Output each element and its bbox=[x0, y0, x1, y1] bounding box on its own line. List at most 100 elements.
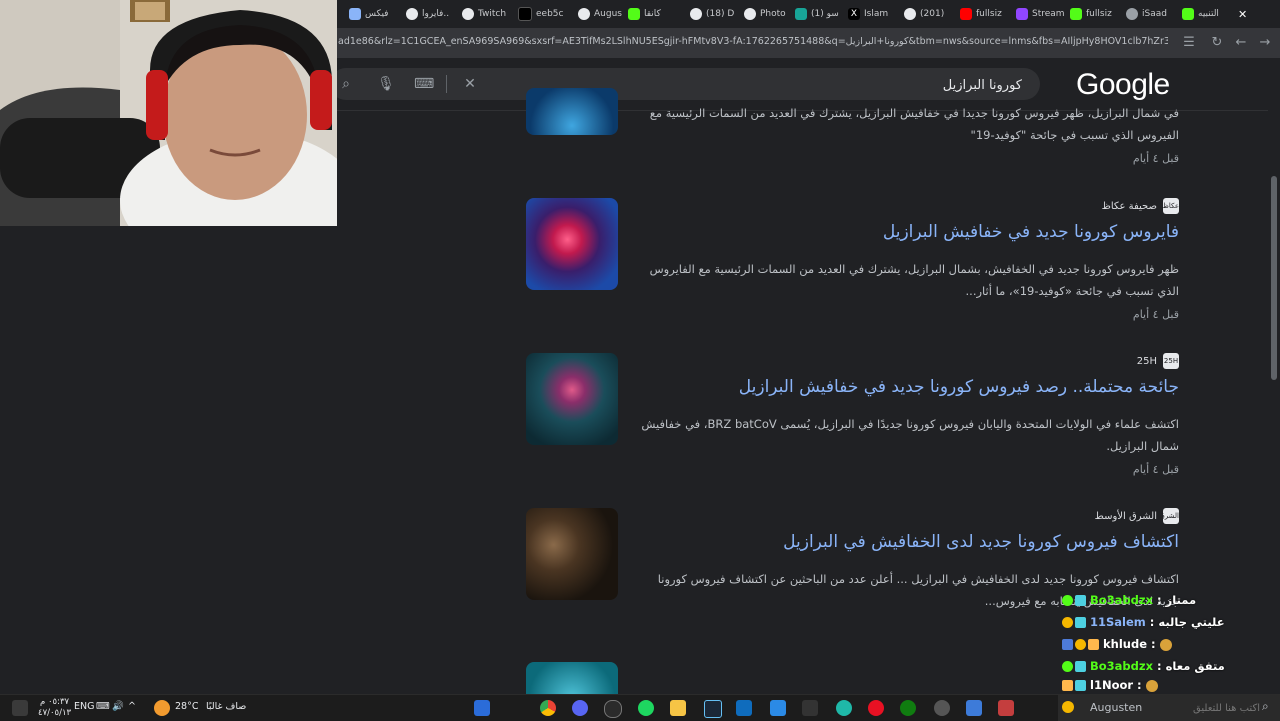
steam-icon[interactable] bbox=[704, 700, 722, 718]
chat-username[interactable]: Bo3abdzx bbox=[1090, 659, 1153, 673]
chat-input[interactable] bbox=[1148, 699, 1262, 717]
verified-badge-icon bbox=[1062, 660, 1073, 672]
result-thumbnail[interactable] bbox=[526, 88, 618, 135]
browser-tab[interactable]: iSaad bbox=[1126, 5, 1174, 23]
discord-icon[interactable] bbox=[572, 700, 588, 716]
search-icon[interactable]: ⌕ bbox=[336, 74, 356, 94]
edge-icon[interactable] bbox=[836, 700, 852, 716]
browser-tab[interactable]: Augus bbox=[578, 5, 626, 23]
taskbar-app-icon[interactable] bbox=[868, 700, 884, 716]
clock-date[interactable]: ٤٧/٠٥/١٣ bbox=[38, 708, 71, 718]
spotify-icon[interactable] bbox=[638, 700, 654, 716]
browser-tab[interactable]: (18) D bbox=[690, 5, 736, 23]
sub-badge-icon bbox=[1075, 679, 1086, 691]
result-source[interactable]: 25H 25H bbox=[1137, 353, 1179, 369]
fix-icon bbox=[349, 8, 361, 20]
google-logo[interactable]: Google bbox=[1076, 68, 1170, 102]
forward-icon[interactable]: → bbox=[1256, 34, 1274, 52]
result-age: قبل ٤ أيام bbox=[1132, 152, 1179, 165]
weather-desc[interactable]: صاف غالبًا bbox=[206, 701, 246, 712]
chrome-icon bbox=[406, 8, 418, 20]
close-tab-icon[interactable]: ✕ bbox=[1238, 5, 1252, 23]
search-box: ✕ ⌨ 🎙 ⌕ bbox=[330, 68, 1040, 100]
crown-badge-icon bbox=[1062, 679, 1073, 691]
result-source[interactable]: الشرق الشرق الأوسط bbox=[1095, 508, 1179, 524]
search-icon[interactable]: ⌕ bbox=[1262, 699, 1269, 714]
result-thumbnail[interactable] bbox=[526, 662, 618, 694]
browser-tab[interactable]: (1) سو bbox=[795, 5, 847, 23]
url-text[interactable]: ad1e86&rlz=1C1GCEA_enSA969SA969&sxsrf=AE… bbox=[338, 36, 1168, 47]
browser-tab[interactable]: فايروا.. bbox=[406, 5, 462, 23]
result-source[interactable]: عكاظ صحيفة عكاظ bbox=[1102, 198, 1179, 214]
result-title[interactable]: اكتشاف فيروس كورونا جديد لدى الخفافيش في… bbox=[783, 532, 1179, 552]
stream-chat-overlay: Bo3abdzx : ممتاز 11Salem : عليتي جالبه k… bbox=[1058, 590, 1280, 694]
moderator-badge-icon bbox=[1075, 638, 1086, 650]
taskbar-app-icon[interactable] bbox=[474, 700, 490, 716]
browser-tab[interactable]: كانقا bbox=[628, 5, 680, 23]
taskbar-app-icon[interactable] bbox=[802, 700, 818, 716]
chat-text: : عليتي جالبه bbox=[1149, 615, 1225, 629]
result-title[interactable]: فايروس كورونا جديد في خفافيش البرازيل bbox=[883, 222, 1179, 242]
weather-temp[interactable]: 28°C bbox=[175, 701, 198, 712]
browser-tab[interactable]: fullsiz bbox=[960, 5, 1012, 23]
search-input[interactable] bbox=[850, 73, 1024, 97]
browser-tab[interactable]: Twitch bbox=[462, 5, 518, 23]
wifi-icon[interactable]: ⌨ bbox=[96, 701, 110, 712]
taskbar-app-icon[interactable] bbox=[998, 700, 1014, 716]
store-icon[interactable] bbox=[770, 700, 786, 716]
language-indicator[interactable]: ENG bbox=[74, 701, 94, 712]
obs-icon[interactable] bbox=[604, 700, 622, 718]
result-thumbnail[interactable] bbox=[526, 508, 618, 600]
kick-icon bbox=[628, 8, 640, 20]
reload-icon[interactable]: ↻ bbox=[1208, 34, 1226, 52]
webcam-overlay bbox=[0, 0, 337, 226]
source-logo-icon: 25H bbox=[1163, 353, 1179, 369]
xbox-icon[interactable] bbox=[900, 700, 916, 716]
clock-time[interactable]: ٠٥:٣٧ م bbox=[40, 697, 69, 707]
browser-tab[interactable]: التنبيه bbox=[1182, 5, 1242, 23]
result-snippet: اكتشف علماء في الولايات المتحدة واليابان… bbox=[641, 417, 1179, 453]
result-title[interactable]: جائحة محتملة.. رصد فيروس كورونا جديد في … bbox=[739, 377, 1179, 397]
result-age: قبل ٤ أيام bbox=[1132, 308, 1179, 321]
browser-tab[interactable]: (201) bbox=[904, 5, 956, 23]
result-thumbnail[interactable] bbox=[526, 353, 618, 445]
notes-icon[interactable] bbox=[12, 700, 28, 716]
sub-badge-icon bbox=[1075, 660, 1086, 672]
browser-tab[interactable]: fullsiz bbox=[1070, 5, 1120, 23]
browser-tab[interactable]: فيكس bbox=[349, 5, 409, 23]
sub-badge-icon bbox=[1075, 616, 1086, 628]
browser-tab[interactable]: X Islam bbox=[848, 5, 898, 23]
browser-tab[interactable]: eeb5c bbox=[518, 5, 574, 23]
chrome-icon[interactable] bbox=[540, 700, 556, 716]
volume-icon[interactable]: 🔊 bbox=[112, 701, 124, 712]
browser-tab[interactable]: Stream bbox=[1016, 5, 1068, 23]
chat-input-username: Augusten bbox=[1090, 701, 1143, 714]
chat-message: l1Noor : bbox=[1062, 678, 1158, 692]
chat-message: 11Salem : عليتي جالبه bbox=[1062, 612, 1225, 632]
clear-search-icon[interactable]: ✕ bbox=[460, 74, 480, 94]
customize-icon[interactable]: ☰ bbox=[1180, 34, 1198, 52]
tray-chevron-icon[interactable]: ^ bbox=[128, 701, 136, 712]
chat-username[interactable]: 11Salem bbox=[1090, 615, 1146, 629]
keyboard-icon[interactable]: ⌨ bbox=[414, 74, 434, 94]
result-age: قبل ٤ أيام bbox=[1132, 463, 1179, 476]
sub-badge-icon bbox=[1075, 594, 1086, 606]
chat-user-avatar bbox=[1062, 701, 1074, 713]
browser-tab[interactable]: Photo bbox=[744, 5, 794, 23]
result-thumbnail[interactable] bbox=[526, 198, 618, 290]
back-icon[interactable]: ← bbox=[1232, 34, 1250, 52]
emote-icon bbox=[1159, 638, 1172, 651]
chrome-icon bbox=[1126, 8, 1138, 20]
file-explorer-icon[interactable] bbox=[670, 700, 686, 716]
scrollbar-thumb[interactable] bbox=[1271, 176, 1277, 380]
chat-username[interactable]: Bo3abdzx bbox=[1090, 593, 1153, 607]
settings-icon[interactable] bbox=[934, 700, 950, 716]
microphone-icon[interactable]: 🎙 bbox=[376, 74, 396, 94]
chat-username[interactable]: khlude bbox=[1103, 637, 1147, 651]
chat-text: : bbox=[1137, 678, 1158, 692]
taskbar-app-icon[interactable] bbox=[966, 700, 982, 716]
photopea-icon bbox=[795, 8, 807, 20]
outlook-icon[interactable] bbox=[736, 700, 752, 716]
google-icon bbox=[690, 8, 702, 20]
chat-username[interactable]: l1Noor bbox=[1090, 678, 1133, 692]
